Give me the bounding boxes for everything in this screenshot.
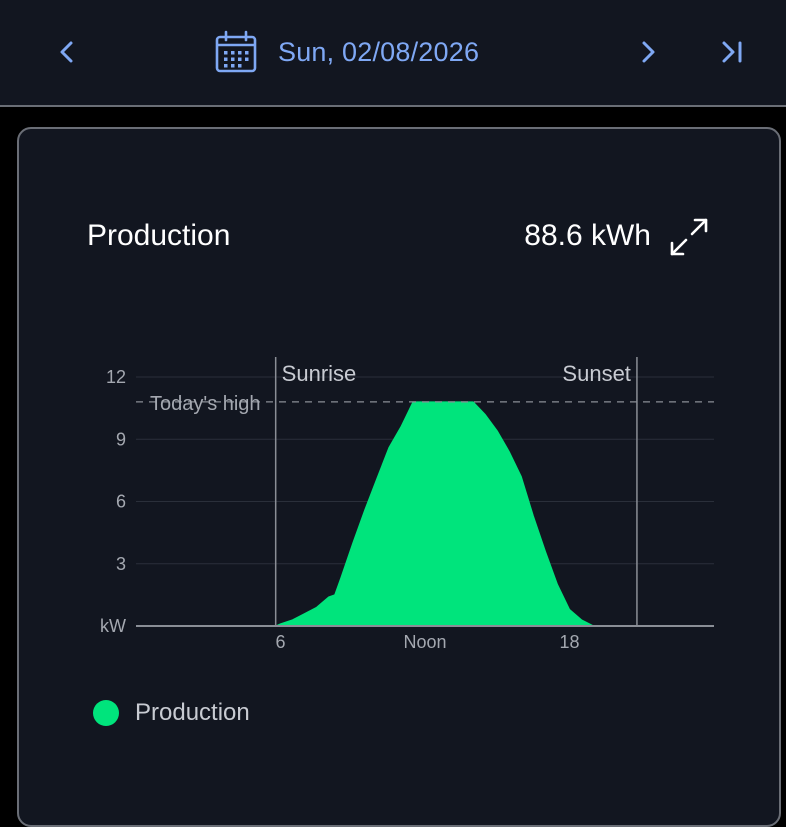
todays-high-label: Today's high	[150, 393, 261, 415]
legend-label: Production	[135, 699, 250, 726]
calendar-icon	[215, 30, 257, 73]
jump-to-today-button[interactable]	[710, 30, 754, 74]
production-area	[136, 401, 714, 627]
sunset-label: Sunset	[562, 361, 631, 386]
x-tick-label: Noon	[403, 632, 446, 652]
next-day-button[interactable]	[626, 30, 670, 74]
sunrise-label: Sunrise	[282, 361, 357, 386]
y-tick-label: 9	[116, 429, 126, 449]
chevron-left-icon	[60, 41, 73, 63]
date-picker[interactable]: Sun, 02/08/2026	[214, 30, 479, 74]
skip-to-end-icon	[722, 41, 742, 63]
x-tick-label: 18	[559, 632, 579, 652]
chart-legend[interactable]: Production	[93, 699, 250, 727]
y-axis-unit-label: kW	[100, 616, 126, 636]
y-tick-label: 6	[116, 492, 126, 512]
production-chart: 3 6 9 12 kW Sunrise Sunset Today's high 6 Noon 18	[100, 357, 714, 652]
y-tick-label: 3	[116, 554, 126, 574]
legend-swatch	[93, 700, 119, 726]
production-card: Production 88.6 kWh 3 6 9 12 kW Sunrise Sunset…	[17, 127, 781, 827]
previous-day-button[interactable]	[45, 30, 89, 74]
date-navigation-bar: Sun, 02/08/2026	[0, 0, 786, 107]
x-tick-label: 6	[275, 632, 285, 652]
y-tick-label: 12	[106, 367, 126, 387]
chevron-right-icon	[642, 41, 655, 63]
current-date: Sun, 02/08/2026	[278, 36, 480, 67]
